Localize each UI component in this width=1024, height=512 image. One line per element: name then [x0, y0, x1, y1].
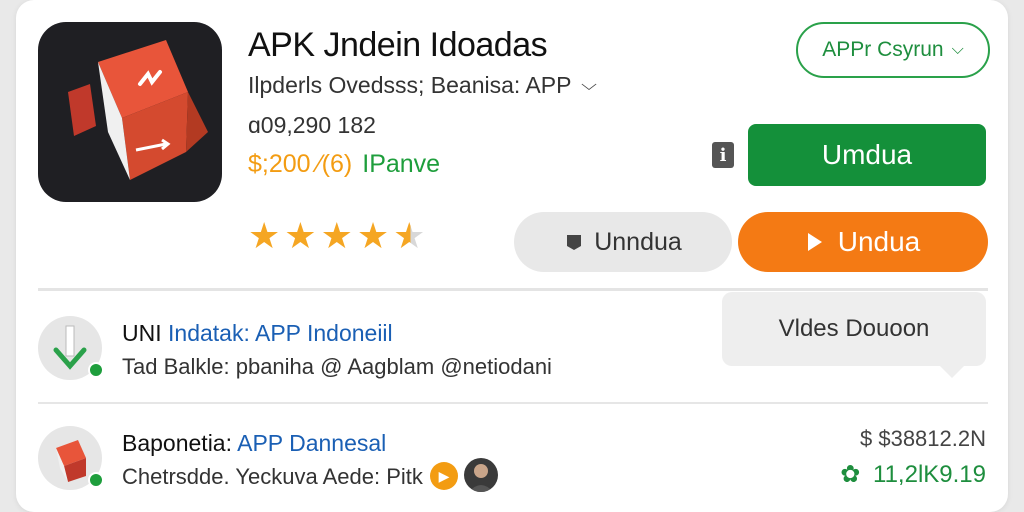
play-button-label: Undua — [837, 226, 921, 257]
list-item-title-link[interactable]: Indatak: APP Indoneiil — [168, 320, 393, 346]
price-value: $;200 ⁄(6) — [248, 150, 353, 178]
list-item-title-link[interactable]: APP Dannesal — [237, 430, 386, 456]
play-button[interactable]: Undua — [738, 212, 988, 272]
app-icon[interactable] — [38, 22, 222, 202]
rating-amount-value: 11,2lK9.19 — [873, 461, 986, 488]
download-button[interactable]: Umdua — [748, 124, 986, 186]
download-status-icon — [38, 316, 104, 380]
arrow-right-icon[interactable]: ▶ — [430, 462, 458, 490]
chevron-down-icon: ⌵ — [581, 76, 598, 94]
list-item-title-prefix: Baponetia: — [122, 430, 232, 456]
gear-icon: ✿ — [840, 461, 861, 488]
divider — [38, 402, 988, 404]
tooltip: Vldes Douoon — [722, 292, 986, 378]
price-tag: IPanve — [362, 150, 441, 178]
bookmark-icon — [567, 235, 582, 250]
rating-stars: ★ ★ ★ ★ ★ — [248, 218, 425, 254]
info-icon[interactable]: i — [712, 142, 734, 168]
user-avatar-icon — [469, 464, 493, 492]
star-half-icon: ★ — [393, 215, 426, 256]
app-subtitle[interactable]: Ilpderls Ovedsss; Beanisa: APP ⌵ — [248, 72, 598, 99]
list-item-title[interactable]: Baponetia: APP Dannesal — [122, 430, 386, 457]
app-thumbnail[interactable] — [38, 426, 104, 490]
app-title: APK Jndein Idoadas — [248, 26, 548, 64]
list-item-title[interactable]: UNI Indatak: APP Indoneiil — [122, 320, 393, 347]
avatar[interactable] — [464, 458, 498, 492]
secondary-button-label: Unndua — [594, 227, 682, 256]
app-select-label: APPr Csyrun — [822, 38, 944, 61]
rating-amount: ✿ 11,2lK9.19 — [840, 460, 986, 489]
chevron-down-icon: ⌵ — [951, 41, 964, 58]
star-icon: ★ — [356, 215, 390, 256]
star-icon: ★ — [320, 215, 353, 256]
download-count: ɑ09,290 182 — [248, 112, 376, 138]
star-icon: ★ — [284, 215, 317, 256]
app-select-dropdown[interactable]: APPr Csyrun ⌵ — [796, 22, 990, 78]
price-amount: $ $38812.2N — [860, 426, 986, 451]
star-icon: ★ — [248, 215, 281, 256]
list-item-title-prefix: UNI — [122, 320, 162, 346]
list-item-subtitle: Chetrsdde. Yeckuva Aede: Pitk — [122, 464, 423, 489]
price-row: $;200 ⁄(6) IPanve — [248, 150, 440, 179]
divider — [38, 288, 988, 291]
app-subtitle-text: Ilpderls Ovedsss; Beanisa: APP — [248, 72, 572, 98]
list-item-subtitle: Tad Balkle: pbaniha @ Aagblam @netiodani — [122, 354, 552, 379]
status-badge — [88, 362, 104, 378]
secondary-button[interactable]: Unndua — [514, 212, 732, 272]
play-icon — [807, 233, 822, 251]
app-logo-icon — [68, 40, 208, 180]
status-badge — [88, 472, 104, 488]
